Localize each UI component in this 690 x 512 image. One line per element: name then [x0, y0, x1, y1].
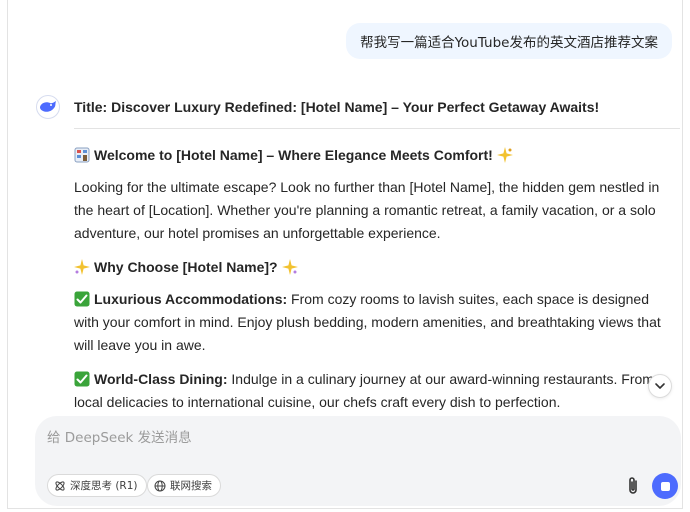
sparkles-icon [281, 259, 298, 275]
deepthink-toggle-button[interactable]: 深度思考 (R1) [47, 474, 147, 497]
paperclip-icon [629, 477, 637, 494]
feature-item: Luxurious Accommodations: From cozy room… [74, 288, 674, 357]
stop-generation-button[interactable] [652, 473, 678, 499]
message-composer: 深度思考 (R1) 联网搜索 [35, 416, 681, 506]
feature-label: Luxurious Accommodations: [94, 291, 288, 307]
scroll-to-bottom-button[interactable] [648, 374, 672, 398]
title-divider [74, 128, 680, 129]
chat-window: 帮我写一篇适合YouTube发布的英文酒店推荐文案 Title: Discove… [7, 0, 683, 509]
feature-item: World-Class Dining: Indulge in a culinar… [74, 368, 674, 414]
check-mark-icon [74, 371, 90, 387]
welcome-heading: Welcome to [Hotel Name] – Where Elegance… [74, 144, 674, 167]
stop-icon [660, 481, 670, 491]
welcome-heading-text: Welcome to [Hotel Name] – Where Elegance… [94, 147, 493, 163]
response-title: Title: Discover Luxury Redefined: [Hotel… [74, 99, 600, 115]
why-heading-text: Why Choose [Hotel Name]? [94, 259, 278, 275]
globe-icon [154, 480, 166, 491]
response-body: Welcome to [Hotel Name] – Where Elegance… [74, 140, 674, 425]
deepseek-whale-icon [36, 95, 60, 119]
user-message-bubble: 帮我写一篇适合YouTube发布的英文酒店推荐文案 [346, 23, 672, 59]
atom-icon [55, 480, 65, 491]
web-search-label: 联网搜索 [170, 480, 212, 492]
deepthink-label: 深度思考 (R1) [70, 480, 138, 492]
feature-label: World-Class Dining: [94, 371, 228, 387]
check-mark-icon [74, 291, 90, 307]
sparkles-icon [74, 259, 90, 275]
sparkles-icon [496, 147, 513, 163]
attach-file-button[interactable] [623, 475, 643, 497]
chevron-down-icon [655, 383, 665, 389]
hotel-icon [74, 147, 90, 163]
why-heading: Why Choose [Hotel Name]? [74, 256, 674, 279]
message-input[interactable] [47, 427, 607, 449]
intro-paragraph: Looking for the ultimate escape? Look no… [74, 179, 660, 241]
web-search-toggle-button[interactable]: 联网搜索 [147, 474, 221, 497]
